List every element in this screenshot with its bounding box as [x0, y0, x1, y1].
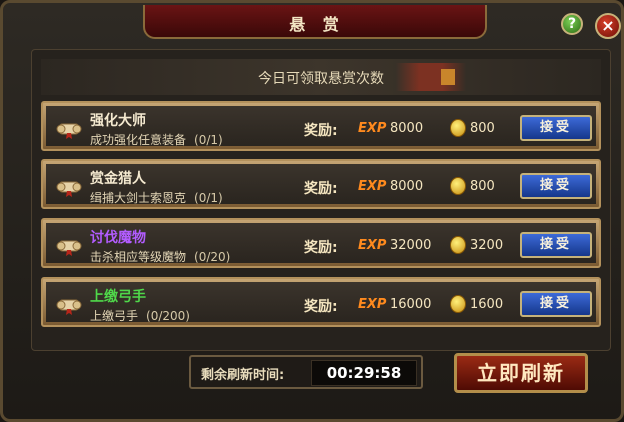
exp-icon: EXP: [358, 297, 387, 312]
accept-button[interactable]: 接受: [520, 232, 592, 258]
exp-icon: EXP: [358, 121, 387, 136]
quest-description: 缉捕大剑士索恩克 (0/1): [90, 189, 223, 206]
quest-progress: (0/200): [146, 309, 190, 323]
accept-button[interactable]: 接受: [520, 115, 592, 141]
quest-progress: (0/1): [194, 133, 223, 147]
scroll-icon: [56, 123, 82, 139]
gold-reward: 800: [470, 121, 495, 136]
scroll-icon: [56, 240, 82, 256]
timer-value: 00:29:58: [326, 364, 402, 382]
help-button[interactable]: ?: [561, 13, 583, 35]
gold-reward: 800: [470, 179, 495, 194]
quest-description: 上缴弓手 (0/200): [90, 307, 190, 324]
quest-row: 讨伐魔物 击杀相应等级魔物 (0/20) 奖励: EXP 32000 3200 接…: [41, 218, 601, 268]
bounty-window: 悬 赏 ? × 今日可领取悬赏次数 强化大师 成功强化任意装备 (0/1) 奖励:…: [0, 0, 624, 422]
quest-progress: (0/20): [194, 250, 231, 264]
exp-reward: 16000: [390, 297, 432, 312]
exp-reward: 8000: [390, 179, 424, 194]
reward-label: 奖励:: [304, 240, 338, 256]
quest-row-inner: 讨伐魔物 击杀相应等级魔物 (0/20) 奖励: EXP 32000 3200 接…: [46, 223, 596, 265]
quest-name: 讨伐魔物: [90, 230, 146, 246]
timer-label: 剩余刷新时间:: [201, 368, 285, 383]
quest-description: 成功强化任意装备 (0/1): [90, 131, 223, 148]
quest-progress: (0/1): [194, 191, 223, 205]
refresh-timer: 剩余刷新时间: 00:29:58: [189, 355, 423, 389]
gold-reward: 1600: [470, 297, 504, 312]
quest-desc-text: 成功强化任意装备: [90, 133, 187, 147]
gold-coin-icon: [450, 236, 466, 254]
quest-description: 击杀相应等级魔物 (0/20): [90, 248, 230, 265]
scroll-icon: [56, 181, 82, 197]
quest-row-inner: 强化大师 成功强化任意装备 (0/1) 奖励: EXP 8000 800 接受: [46, 106, 596, 148]
window-title: 悬 赏: [289, 15, 345, 34]
daily-bounty-banner: 今日可领取悬赏次数: [41, 59, 601, 95]
reward-label: 奖励:: [304, 299, 338, 315]
reward-label: 奖励:: [304, 181, 338, 197]
reward-label: 奖励:: [304, 123, 338, 139]
gold-coin-icon: [450, 119, 466, 137]
close-button[interactable]: ×: [595, 13, 621, 39]
quest-desc-text: 缉捕大剑士索恩克: [90, 191, 187, 205]
gold-coin-icon: [450, 295, 466, 313]
refresh-now-button[interactable]: 立即刷新: [454, 353, 588, 393]
quest-desc-text: 上缴弓手: [90, 309, 139, 323]
quest-row: 强化大师 成功强化任意装备 (0/1) 奖励: EXP 8000 800 接受: [41, 101, 601, 151]
daily-bounty-label: 今日可领取悬赏次数: [258, 71, 384, 87]
accept-button[interactable]: 接受: [520, 173, 592, 199]
quest-name: 赏金猎人: [90, 171, 146, 187]
quest-name: 强化大师: [90, 113, 146, 129]
quest-row-inner: 上缴弓手 上缴弓手 (0/200) 奖励: EXP 16000 1600 接受: [46, 282, 596, 324]
accept-button[interactable]: 接受: [520, 291, 592, 317]
quest-name: 上缴弓手: [90, 289, 146, 305]
gold-reward: 3200: [470, 238, 504, 253]
exp-icon: EXP: [358, 238, 387, 253]
gold-coin-icon: [450, 177, 466, 195]
quest-row-inner: 赏金猎人 缉捕大剑士索恩克 (0/1) 奖励: EXP 8000 800 接受: [46, 164, 596, 206]
quest-row: 赏金猎人 缉捕大剑士索恩克 (0/1) 奖励: EXP 8000 800 接受: [41, 159, 601, 209]
title-bar: 悬 赏: [143, 5, 487, 39]
exp-icon: EXP: [358, 179, 387, 194]
timer-value-box: 00:29:58: [311, 360, 417, 386]
quest-row: 上缴弓手 上缴弓手 (0/200) 奖励: EXP 16000 1600 接受: [41, 277, 601, 327]
quest-desc-text: 击杀相应等级魔物: [90, 250, 187, 264]
exp-reward: 32000: [390, 238, 432, 253]
scroll-icon: [56, 299, 82, 315]
exp-reward: 8000: [390, 121, 424, 136]
